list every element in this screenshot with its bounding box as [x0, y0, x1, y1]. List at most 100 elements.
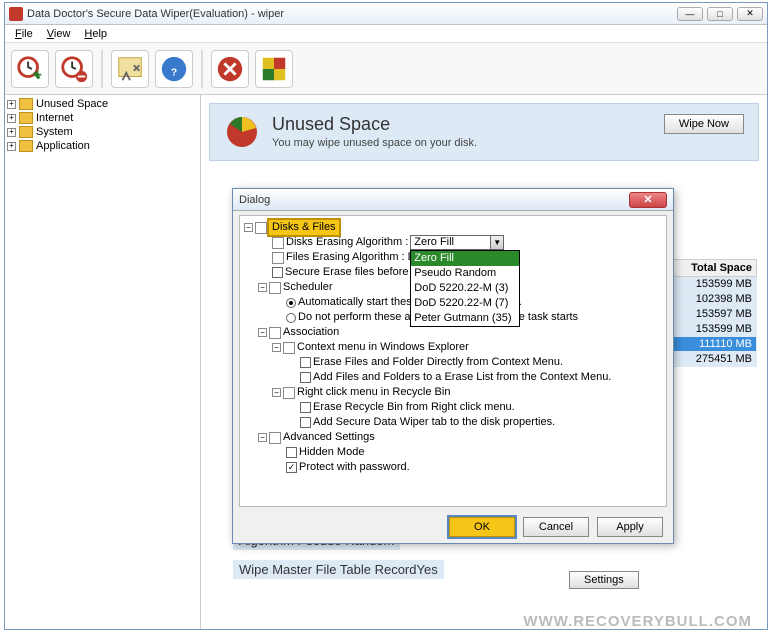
tree-node-disks-files[interactable]: − Disks & Files	[244, 220, 662, 235]
option-label: Erase Files and Folder Directly from Con…	[313, 355, 563, 370]
folder-icon	[19, 140, 33, 152]
menu-help[interactable]: Help	[78, 27, 113, 41]
option-label: Erase Recycle Bin from Right click menu.	[313, 400, 515, 415]
checkbox-hidden-mode[interactable]: Hidden Mode	[244, 445, 662, 460]
node-icon	[269, 282, 281, 294]
dialog-titlebar[interactable]: Dialog ✕	[233, 189, 673, 211]
minimize-button[interactable]: —	[677, 7, 703, 21]
folder-icon	[19, 126, 33, 138]
apply-button[interactable]: Apply	[597, 517, 663, 537]
table-row[interactable]: 153599 MB	[671, 277, 757, 292]
tree-node-disks-erasing[interactable]: Disks Erasing Algorithm : Zero Fill ▼ Ze…	[244, 235, 662, 250]
dropdown-option[interactable]: Zero Fill	[411, 251, 519, 266]
maximize-button[interactable]: □	[707, 7, 733, 21]
sidebar-item-internet[interactable]: + Internet	[7, 111, 198, 125]
dropdown-option[interactable]: DoD 5220.22-M (7)	[411, 296, 519, 311]
checkbox[interactable]	[300, 372, 311, 383]
node-label: Secure Erase files before	[285, 265, 409, 280]
collapse-icon[interactable]: −	[244, 223, 253, 232]
toolbar-remove-clock-button[interactable]	[55, 50, 93, 88]
table-row[interactable]: 102398 MB	[671, 292, 757, 307]
expand-icon[interactable]: +	[7, 100, 16, 109]
collapse-icon[interactable]: −	[258, 433, 267, 442]
menu-file[interactable]: File	[9, 27, 39, 41]
radio[interactable]	[286, 313, 296, 323]
toolbar-tools-button[interactable]	[111, 50, 149, 88]
checkbox-erase-direct[interactable]: Erase Files and Folder Directly from Con…	[244, 355, 662, 370]
toolbar-help-button[interactable]: ?	[155, 50, 193, 88]
checkbox[interactable]	[300, 417, 311, 428]
checkbox-add-list[interactable]: Add Files and Folders to a Erase List fr…	[244, 370, 662, 385]
checkbox-erase-recycle[interactable]: Erase Recycle Bin from Right click menu.	[244, 400, 662, 415]
checkbox[interactable]	[286, 462, 297, 473]
menu-view[interactable]: View	[41, 27, 77, 41]
option-label: Hidden Mode	[299, 445, 364, 460]
settings-button[interactable]: Settings	[569, 571, 639, 589]
node-label: Advanced Settings	[283, 430, 375, 445]
expand-icon[interactable]: +	[7, 142, 16, 151]
dialog-close-button[interactable]: ✕	[629, 192, 667, 208]
dropdown-option[interactable]: Pseudo Random	[411, 266, 519, 281]
node-label: Association	[283, 325, 339, 340]
cancel-button[interactable]: Cancel	[523, 517, 589, 537]
toolbar-recycle-button[interactable]	[255, 50, 293, 88]
node-icon	[283, 342, 295, 354]
ok-button[interactable]: OK	[449, 517, 515, 537]
combo-value: Zero Fill	[411, 235, 490, 250]
sidebar-item-unused-space[interactable]: +Unused Space	[7, 97, 198, 111]
mft-info: Wipe Master File Table RecordYes	[233, 560, 444, 579]
folder-icon	[19, 112, 33, 124]
dropdown-option[interactable]: Peter Gutmann (35)	[411, 311, 519, 326]
tree-node-advanced[interactable]: − Advanced Settings	[244, 430, 662, 445]
sidebar-item-application[interactable]: + Application	[7, 139, 198, 153]
svg-text:?: ?	[171, 67, 177, 78]
checkbox[interactable]	[300, 402, 311, 413]
wipe-now-button[interactable]: Wipe Now	[664, 114, 744, 134]
watermark: www.Recoverybull.com	[523, 613, 752, 630]
node-icon	[255, 222, 267, 234]
node-icon	[269, 432, 281, 444]
tree-node-context-menu[interactable]: − Context menu in Windows Explorer	[244, 340, 662, 355]
table-row[interactable]: 153599 MB	[671, 322, 757, 337]
sidebar-label: System	[36, 126, 73, 138]
close-button[interactable]: ✕	[737, 7, 763, 21]
toolbar-add-clock-button[interactable]	[11, 50, 49, 88]
collapse-icon[interactable]: −	[272, 388, 281, 397]
disks-erasing-combo[interactable]: Zero Fill ▼ Zero Fill Pseudo Random DoD …	[410, 235, 504, 250]
sidebar-label: Internet	[36, 112, 73, 124]
table-header-total-space[interactable]: Total Space	[671, 259, 757, 277]
checkbox[interactable]	[300, 357, 311, 368]
sidebar: +Unused Space + Internet + System + Applica…	[5, 95, 201, 629]
page-title: Unused Space	[272, 114, 477, 135]
settings-dialog: Dialog ✕ − Disks & Files Disks Erasing A…	[232, 188, 674, 544]
expand-icon[interactable]: +	[7, 128, 16, 137]
option-label: Protect with password.	[299, 460, 410, 475]
chevron-down-icon[interactable]: ▼	[490, 236, 503, 249]
toolbar-stop-button[interactable]	[211, 50, 249, 88]
tree-node-association[interactable]: − Association	[244, 325, 662, 340]
algorithm-dropdown: Zero Fill Pseudo Random DoD 5220.22-M (3…	[410, 250, 520, 327]
table-row[interactable]: 153597 MB	[671, 307, 757, 322]
page-subtitle: You may wipe unused space on your disk.	[272, 137, 477, 149]
collapse-icon[interactable]: −	[272, 343, 281, 352]
sidebar-item-system[interactable]: + System	[7, 125, 198, 139]
option-label: Add Files and Folders to a Erase List fr…	[313, 370, 611, 385]
radio[interactable]	[286, 298, 296, 308]
node-icon	[269, 327, 281, 339]
checkbox[interactable]	[272, 267, 283, 278]
checkbox-protect-password[interactable]: Protect with password.	[244, 460, 662, 475]
node-label: Context menu in Windows Explorer	[297, 340, 469, 355]
checkbox-add-tab[interactable]: Add Secure Data Wiper tab to the disk pr…	[244, 415, 662, 430]
table-row[interactable]: 111110 MB	[671, 337, 757, 352]
dropdown-option[interactable]: DoD 5220.22-M (3)	[411, 281, 519, 296]
expand-icon[interactable]: +	[7, 114, 16, 123]
tree-node-rightclick[interactable]: − Right click menu in Recycle Bin	[244, 385, 662, 400]
collapse-icon[interactable]: −	[258, 328, 267, 337]
sidebar-label: Application	[36, 140, 90, 152]
node-label: Scheduler	[283, 280, 333, 295]
checkbox[interactable]	[286, 447, 297, 458]
node-label: Disks & Files	[269, 220, 339, 235]
collapse-icon[interactable]: −	[258, 283, 267, 292]
table-row[interactable]: 275451 MB	[671, 352, 757, 367]
header-panel: Unused Space You may wipe unused space o…	[209, 103, 759, 161]
